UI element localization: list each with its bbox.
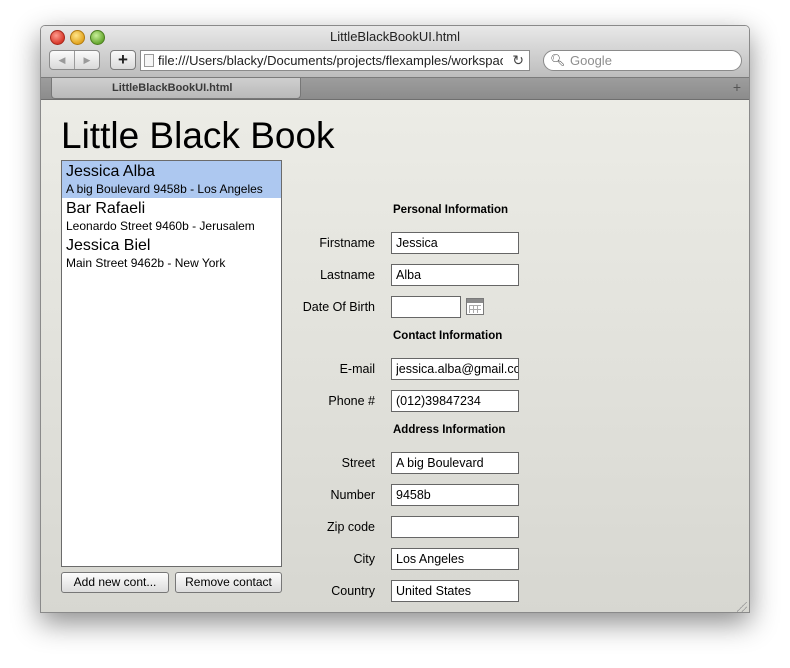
lastname-label: Lastname xyxy=(320,268,375,282)
address-bar[interactable]: file:///Users/blacky/Documents/projects/… xyxy=(140,50,530,71)
title-bar: LittleBlackBookUI.html ◀ ▶ + file:///Use… xyxy=(41,26,749,78)
personal-information-header: Personal Information xyxy=(393,204,509,216)
page-icon xyxy=(144,54,154,67)
lastname-field[interactable] xyxy=(391,264,519,286)
window-title: LittleBlackBookUI.html xyxy=(329,29,461,44)
contact-name: Jessica Biel xyxy=(66,237,151,254)
firstname-field[interactable] xyxy=(391,232,519,254)
calendar-icon[interactable] xyxy=(466,298,484,315)
tab-bar: LittleBlackBookUI.html + xyxy=(41,78,749,100)
add-contact-button[interactable]: Add new cont... xyxy=(61,572,169,593)
remove-contact-button[interactable]: Remove contact xyxy=(175,572,282,593)
page-title: Little Black Book xyxy=(61,115,335,156)
new-tab-plus-icon[interactable]: + xyxy=(733,79,741,95)
contact-name: Bar Rafaeli xyxy=(66,200,146,217)
url-text[interactable]: file:///Users/blacky/Documents/projects/… xyxy=(158,53,503,68)
zip-code-label: Zip code xyxy=(327,520,375,534)
city-label: City xyxy=(353,552,375,566)
navigation-buttons: ◀ ▶ xyxy=(49,50,100,70)
date-of-birth-field[interactable] xyxy=(391,296,461,318)
contact-list[interactable]: Jessica Alba A big Boulevard 9458b - Los… xyxy=(61,160,282,567)
country-field[interactable] xyxy=(391,580,519,602)
search-field[interactable]: 🔍︎ Google xyxy=(543,50,742,71)
firstname-label: Firstname xyxy=(319,236,375,250)
street-field[interactable] xyxy=(391,452,519,474)
browser-window: LittleBlackBookUI.html ◀ ▶ + file:///Use… xyxy=(40,25,750,613)
city-field[interactable] xyxy=(391,548,519,570)
number-label: Number xyxy=(330,488,375,502)
search-placeholder: Google xyxy=(570,53,612,68)
number-field[interactable] xyxy=(391,484,519,506)
search-icon: 🔍︎ xyxy=(550,53,566,67)
date-of-birth-label: Date Of Birth xyxy=(302,300,375,314)
page-content: Little Black Book Jessica Alba A big Bou… xyxy=(41,100,749,612)
zip-code-field[interactable] xyxy=(391,516,519,538)
phone-field[interactable] xyxy=(391,390,519,412)
contact-name: Jessica Alba xyxy=(66,163,155,180)
address-information-header: Address Information xyxy=(393,424,506,436)
contact-address: Leonardo Street 9460b - Jerusalem xyxy=(66,219,255,233)
back-arrow-icon[interactable]: ◀ xyxy=(50,51,74,69)
street-label: Street xyxy=(341,456,375,470)
list-item[interactable]: Jessica Biel Main Street 9462b - New Yor… xyxy=(62,235,281,272)
tab-littleblackbook[interactable]: LittleBlackBookUI.html xyxy=(51,78,301,99)
contact-information-header: Contact Information xyxy=(393,330,503,342)
resize-grip-icon[interactable] xyxy=(737,602,747,612)
email-label: E-mail xyxy=(339,362,375,376)
country-label: Country xyxy=(331,584,375,598)
list-item[interactable]: Jessica Alba A big Boulevard 9458b - Los… xyxy=(62,161,281,198)
list-item[interactable]: Bar Rafaeli Leonardo Street 9460b - Jeru… xyxy=(62,198,281,235)
forward-arrow-icon[interactable]: ▶ xyxy=(74,51,99,69)
email-field[interactable] xyxy=(391,358,519,380)
phone-label: Phone # xyxy=(328,394,375,408)
contact-address: Main Street 9462b - New York xyxy=(66,256,226,270)
contact-address: A big Boulevard 9458b - Los Angeles xyxy=(66,182,263,196)
reload-icon[interactable]: ↻ xyxy=(512,52,524,69)
add-bookmark-plus-icon[interactable]: + xyxy=(110,50,136,70)
